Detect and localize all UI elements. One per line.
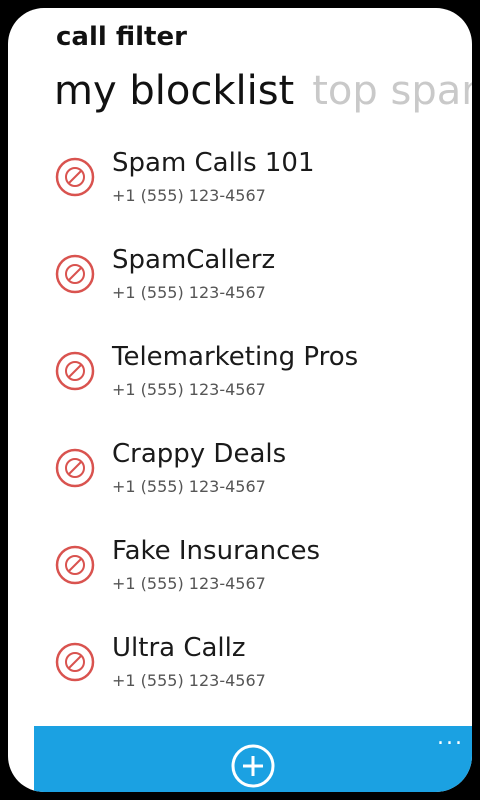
app-bar: ... [34, 726, 472, 792]
list-item[interactable]: SpamCallerz +1 (555) 123-4567 [54, 245, 454, 315]
add-circle-icon[interactable] [229, 742, 277, 790]
pivot-tab-top-spam[interactable]: top spam [312, 68, 472, 114]
contact-name: Spam Calls 101 [112, 148, 315, 178]
list-item[interactable]: Fake Insurances +1 (555) 123-4567 [54, 536, 454, 606]
more-options-button[interactable]: ... [437, 727, 464, 749]
pivot-header: my blocklist top spam [54, 68, 472, 114]
contact-name: SpamCallerz [112, 245, 276, 275]
contact-name: Crappy Deals [112, 439, 287, 469]
block-icon [55, 351, 95, 391]
contact-phone: +1 (555) 123-4567 [112, 380, 266, 399]
list-item[interactable]: Spam Calls 101 +1 (555) 123-4567 [54, 148, 454, 218]
contact-name: Telemarketing Pros [112, 342, 359, 372]
pivot-tab-my-blocklist[interactable]: my blocklist [54, 68, 294, 114]
contact-name: Fake Insurances [112, 536, 320, 566]
contact-phone: +1 (555) 123-4567 [112, 671, 266, 690]
block-icon [55, 157, 95, 197]
list-item[interactable]: Crappy Deals +1 (555) 123-4567 [54, 439, 454, 509]
phone-screen: call filter my blocklist top spam Spam Ca… [8, 8, 472, 792]
contact-phone: +1 (555) 123-4567 [112, 574, 266, 593]
list-item[interactable]: Ultra Callz +1 (555) 123-4567 [54, 633, 454, 703]
contact-name: Ultra Callz [112, 633, 246, 663]
list-item[interactable]: Telemarketing Pros +1 (555) 123-4567 [54, 342, 454, 412]
block-icon [55, 448, 95, 488]
contact-phone: +1 (555) 123-4567 [112, 186, 266, 205]
app-title: call filter [56, 22, 187, 52]
block-icon [55, 254, 95, 294]
contact-phone: +1 (555) 123-4567 [112, 283, 266, 302]
contact-phone: +1 (555) 123-4567 [112, 477, 266, 496]
block-icon [55, 545, 95, 585]
block-icon [55, 642, 95, 682]
